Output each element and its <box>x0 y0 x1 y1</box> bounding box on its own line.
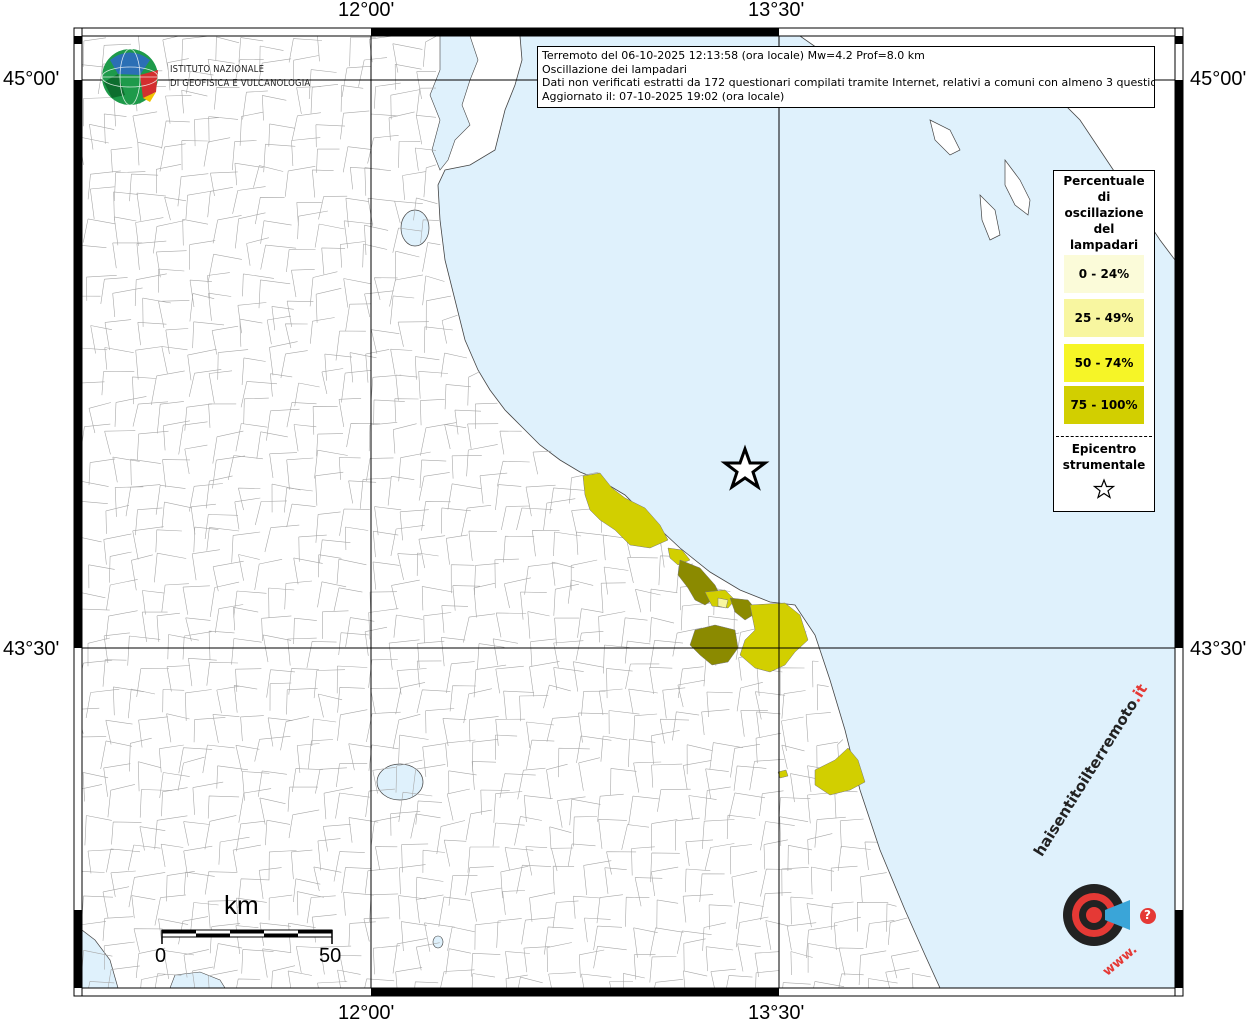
small-lake <box>432 935 444 949</box>
ingv-logo-line2: DI GEOFISICA E VULCANOLOGIA <box>170 78 311 89</box>
event-info-line4: Aggiornato il: 07-10-2025 19:02 (ora loc… <box>542 89 785 103</box>
map <box>73 27 1184 997</box>
legend-item-0: 0 - 24% <box>1064 255 1144 293</box>
right-label-43-30: 43°30' <box>1190 638 1247 660</box>
legend-epicenter: Epicentro strumentale <box>1054 441 1154 473</box>
event-info-box: Terremoto del 06-10-2025 12:13:58 (ora l… <box>537 46 1155 108</box>
right-label-45: 45°00' <box>1190 68 1247 90</box>
event-info-line3: Dati non verificati estratti da 172 ques… <box>542 76 1155 89</box>
commune-small-yellow <box>717 597 729 609</box>
coastal-lagoon <box>400 209 430 247</box>
event-info-line2: Oscillazione dei lampadari <box>542 62 687 76</box>
event-info-line1: Terremoto del 06-10-2025 12:13:58 (ora l… <box>542 49 925 62</box>
left-label-45: 45°00' <box>3 68 60 90</box>
scale-end: 50 <box>319 945 342 967</box>
left-label-43-30: 43°30' <box>3 638 60 660</box>
legend-title-line: del <box>1093 222 1115 236</box>
scale-unit: km <box>224 890 259 920</box>
ingv-logo-globe <box>101 48 159 106</box>
legend-star-icon <box>1092 478 1116 499</box>
legend-item-3: 75 - 100% <box>1064 386 1144 424</box>
legend-separator <box>1056 436 1152 437</box>
legend-item-2: 50 - 74% <box>1064 344 1144 382</box>
legend-item-1: 25 - 49% <box>1064 299 1144 337</box>
scale-start: 0 <box>155 945 167 967</box>
bottom-label-12: 12°00' <box>338 1002 395 1024</box>
ingv-logo-line1: ISTITUTO NAZIONALE <box>170 64 265 75</box>
legend-title-line: lampadari <box>1069 238 1139 252</box>
legend-epicenter-line: strumentale <box>1062 458 1146 472</box>
top-label-12: 12°00' <box>338 0 395 21</box>
legend-title-line: oscillazione <box>1064 206 1144 220</box>
bottom-label-13-30: 13°30' <box>748 1002 805 1024</box>
legend: Percentuale di oscillazione del lampadar… <box>1053 170 1155 512</box>
legend-title-line: di <box>1097 190 1111 204</box>
top-label-13-30: 13°30' <box>748 0 805 21</box>
hsit-logo-question: ? <box>1144 908 1151 922</box>
legend-title: Percentuale di oscillazione del lampadar… <box>1054 173 1154 253</box>
legend-title-line: Percentuale <box>1063 174 1145 188</box>
legend-epicenter-line: Epicentro <box>1071 442 1137 456</box>
